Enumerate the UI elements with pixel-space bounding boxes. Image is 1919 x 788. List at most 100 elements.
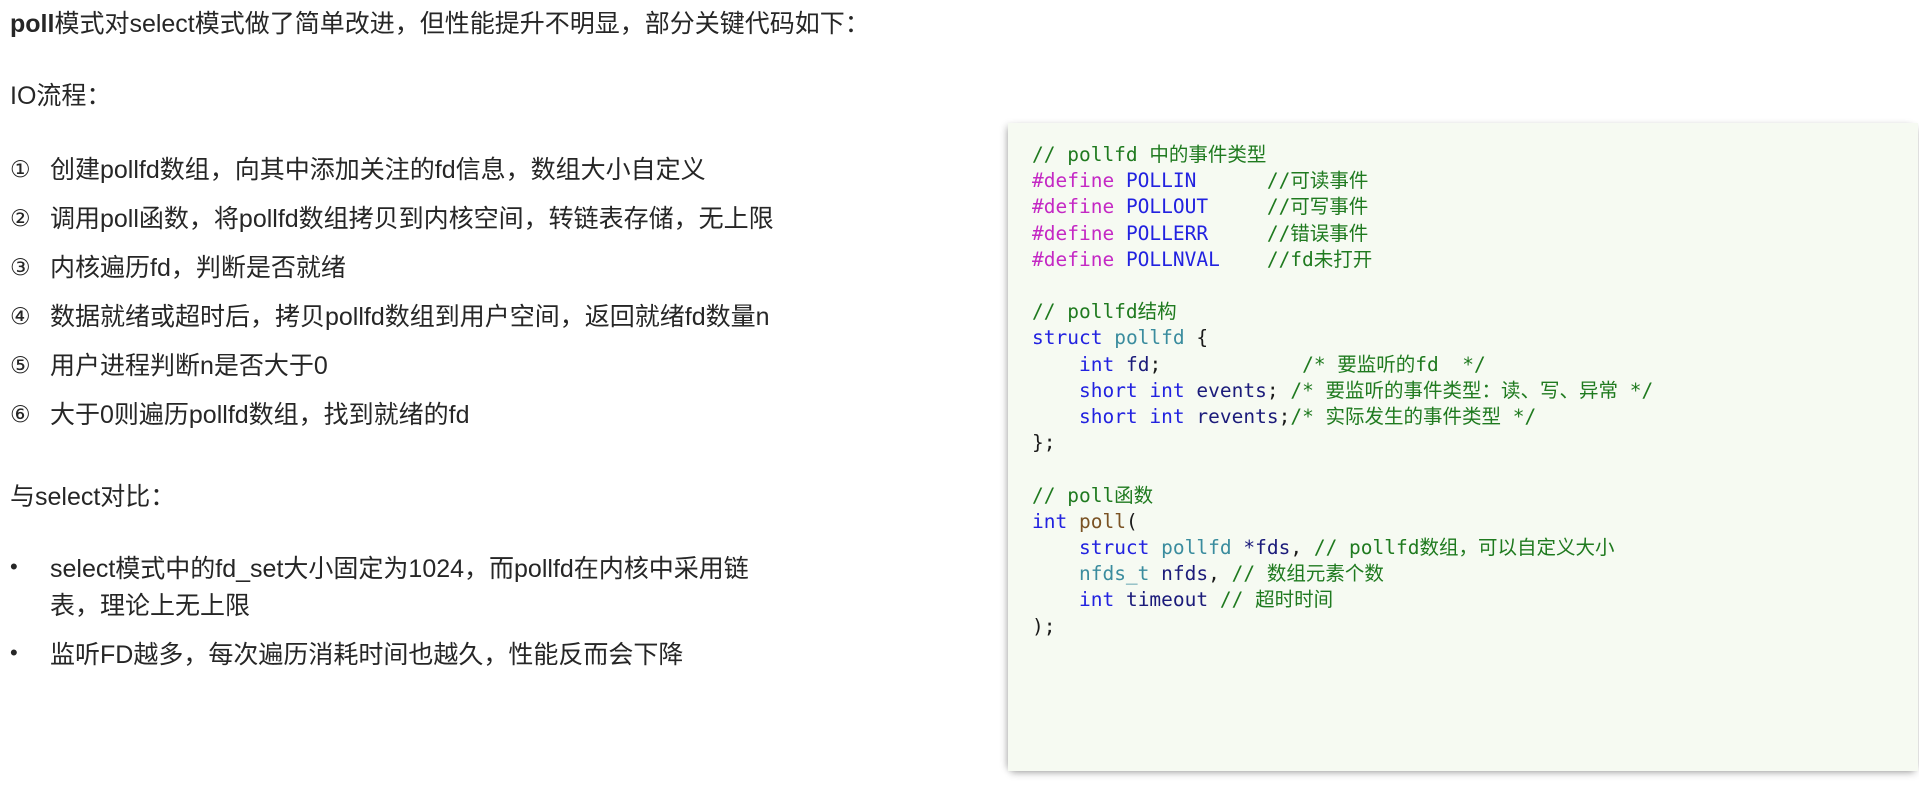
list-item: • select模式中的fd_set大小固定为1024，而pollfd在内核中采… — [10, 545, 1005, 631]
code-token-ident: timeout — [1125, 588, 1209, 612]
code-token-kw: struct — [1032, 326, 1103, 350]
code-token-punct: ; — [1149, 352, 1162, 376]
list-item: ⑤ 用户进程判断n是否大于0 — [10, 342, 1005, 391]
code-token-punct — [1161, 353, 1302, 376]
step-text: 调用poll函数，将pollfd数组拷贝到内核空间，转链表存储，无上限 — [50, 205, 774, 233]
list-item: • 监听FD越多，每次遍历消耗时间也越久，性能反而会下降 — [10, 631, 1005, 680]
code-token-punct — [1114, 222, 1126, 245]
intro-bold-term: poll — [10, 10, 55, 38]
code-token-punct: ); — [1032, 614, 1056, 638]
code-token-comment: // pollfd结构 — [1032, 300, 1177, 324]
code-token-punct — [1232, 536, 1244, 559]
code-token-punct — [1032, 536, 1079, 559]
code-token-type: nfds_t — [1078, 562, 1150, 586]
code-line: #define POLLNVAL //fd未打开 — [1032, 247, 1918, 273]
step-marker: ② — [10, 205, 31, 231]
list-item: ③ 内核遍历fd，判断是否就绪 — [10, 244, 1005, 293]
code-token-punct — [1114, 248, 1126, 271]
code-token-ident: events — [1196, 378, 1267, 402]
step-marker: ⑥ — [10, 401, 31, 427]
step-text: 创建pollfd数组，向其中添加关注的fd信息，数组大小自定义 — [50, 156, 706, 184]
code-token-punct — [1032, 405, 1079, 428]
code-token-comment: /* 要监听的事件类型：读、写、异常 */ — [1290, 378, 1654, 402]
code-token-const: POLLNVAL — [1125, 247, 1220, 271]
step-marker: ④ — [10, 303, 31, 329]
code-token-ident: *fds — [1243, 536, 1291, 560]
code-token-punct: , — [1208, 562, 1232, 586]
code-line: int poll( — [1032, 509, 1918, 535]
slide-text-column: poll模式对select模式做了简单改进，但性能提升不明显，部分关键代码如下：… — [10, 4, 1005, 680]
code-line: struct pollfd *fds, // pollfd数组，可以自定义大小 — [1032, 535, 1918, 561]
code-token-punct — [1208, 588, 1220, 611]
code-line: short int revents;/* 实际发生的事件类型 */ — [1032, 404, 1918, 430]
code-token-punct — [1114, 588, 1126, 611]
code-token-macro: #define — [1032, 169, 1115, 193]
code-line: #define POLLIN //可读事件 — [1032, 168, 1918, 194]
code-token-punct — [1032, 562, 1079, 585]
code-line: // pollfd 中的事件类型 — [1032, 142, 1918, 168]
code-token-punct: , — [1290, 536, 1314, 560]
code-token-kw: struct — [1078, 536, 1150, 560]
bullet-marker: • — [10, 640, 18, 665]
code-token-punct — [1196, 169, 1266, 192]
code-line: struct pollfd { — [1032, 325, 1918, 351]
step-text: 用户进程判断n是否大于0 — [50, 352, 328, 380]
code-token-comment: //可读事件 — [1266, 169, 1369, 193]
step-text: 内核遍历fd，判断是否就绪 — [50, 254, 346, 282]
step-marker: ⑤ — [10, 352, 31, 378]
bullet-marker: • — [10, 554, 18, 579]
code-token-punct — [1032, 353, 1079, 376]
code-line: // poll函数 — [1032, 483, 1918, 509]
list-item: ④ 数据就绪或超时后，拷贝pollfd数组到用户空间，返回就绪fd数量n — [10, 293, 1005, 342]
code-line: int fd; /* 要监听的fd */ — [1032, 352, 1918, 378]
code-token-punct — [1102, 326, 1114, 349]
code-token-punct — [1149, 536, 1161, 559]
code-token-punct — [1185, 405, 1197, 428]
step-text: 数据就绪或超时后，拷贝pollfd数组到用户空间，返回就绪fd数量n — [50, 303, 770, 331]
code-token-comment: /* 实际发生的事件类型 */ — [1290, 405, 1537, 429]
code-token-comment: //可写事件 — [1266, 195, 1369, 219]
code-token-punct — [1114, 195, 1126, 218]
io-flow-step-list: ① 创建pollfd数组，向其中添加关注的fd信息，数组大小自定义 ② 调用po… — [10, 146, 1005, 440]
list-item: ⑥ 大于0则遍历pollfd数组，找到就绪的fd — [10, 391, 1005, 440]
code-token-punct: { — [1184, 326, 1209, 350]
code-token-punct — [1114, 353, 1126, 376]
code-token-comment: // pollfd数组，可以自定义大小 — [1313, 536, 1615, 560]
code-token-punct — [1220, 248, 1267, 271]
code-token-kw: short int — [1078, 378, 1185, 402]
compare-bullet-list: • select模式中的fd_set大小固定为1024，而pollfd在内核中采… — [10, 545, 1005, 680]
code-token-comment: //fd未打开 — [1266, 247, 1373, 271]
intro-paragraph: poll模式对select模式做了简单改进，但性能提升不明显，部分关键代码如下： — [10, 4, 1005, 45]
code-token-const: POLLIN — [1125, 169, 1197, 193]
code-token-ident: revents — [1196, 405, 1279, 429]
code-token-kw: int — [1078, 352, 1115, 376]
code-token-comment: // 超时时间 — [1219, 588, 1334, 612]
code-token-punct: ; — [1278, 405, 1291, 429]
code-token-macro: #define — [1032, 195, 1115, 219]
code-token-punct — [1208, 195, 1267, 218]
code-token-comment: /* 要监听的fd */ — [1302, 352, 1486, 376]
code-token-punct — [1032, 588, 1079, 611]
code-token-punct — [1114, 169, 1126, 192]
code-token-punct: ; — [1266, 378, 1291, 402]
step-marker: ③ — [10, 254, 31, 280]
bullet-text: select模式中的fd_set大小固定为1024，而pollfd在内核中采用链… — [50, 555, 749, 620]
code-token-const: POLLOUT — [1125, 195, 1209, 219]
code-token-const: POLLERR — [1125, 221, 1209, 245]
code-token-type: pollfd — [1114, 326, 1185, 350]
code-line: short int events; /* 要监听的事件类型：读、写、异常 */ — [1032, 378, 1918, 404]
code-token-punct — [1185, 379, 1197, 402]
code-line: // pollfd结构 — [1032, 299, 1918, 325]
code-block-panel: // pollfd 中的事件类型 #define POLLIN //可读事件 #de… — [1008, 123, 1918, 771]
code-token-punct — [1067, 510, 1079, 533]
code-token-comment: // pollfd 中的事件类型 — [1032, 143, 1267, 166]
code-line: }; — [1032, 430, 1918, 456]
code-token-punct — [1149, 562, 1161, 585]
compare-heading: 与select对比： — [10, 483, 176, 511]
list-item: ① 创建pollfd数组，向其中添加关注的fd信息，数组大小自定义 — [10, 146, 1005, 195]
bullet-text: 监听FD越多，每次遍历消耗时间也越久，性能反而会下降 — [50, 641, 684, 669]
code-token-punct — [1032, 379, 1079, 402]
code-token-punct: }; — [1032, 431, 1056, 455]
